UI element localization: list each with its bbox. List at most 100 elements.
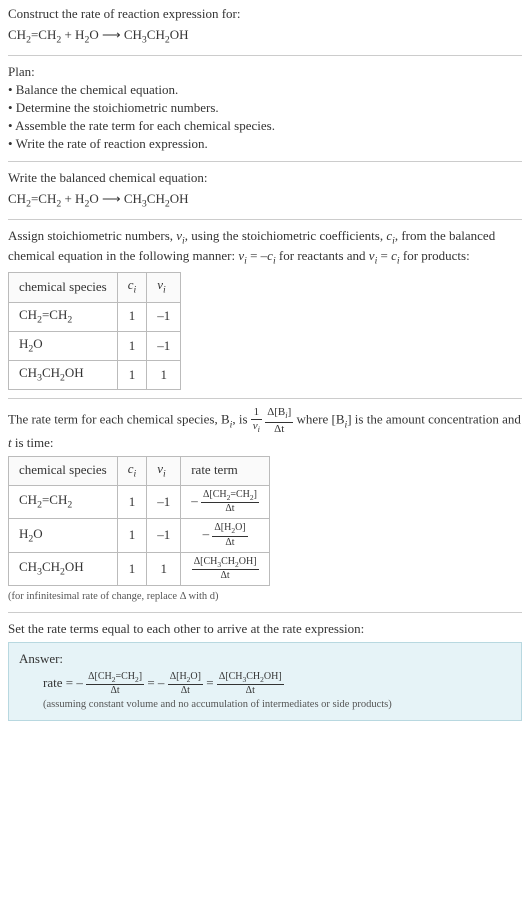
eq-part: =CH xyxy=(31,27,56,42)
frac: Δ[H2O]Δt xyxy=(168,672,203,697)
plan-title: Plan: xyxy=(8,64,522,81)
nui-cell: 1 xyxy=(147,361,181,390)
txt: is time: xyxy=(12,435,54,450)
divider xyxy=(8,398,522,399)
answer-box: Answer: rate = – Δ[CH2=CH2]Δt = – Δ[H2O]… xyxy=(8,642,522,721)
species-cell: CH3CH2OH xyxy=(9,552,118,586)
eq-part: O ⟶ CH xyxy=(89,27,142,42)
input-equation: CH2=CH2 + H2O ⟶ CH3CH2OH xyxy=(8,27,522,47)
nui-cell: –1 xyxy=(147,485,181,519)
rate-expression: rate = – Δ[CH2=CH2]Δt = – Δ[H2O]Δt = Δ[C… xyxy=(19,672,511,697)
nui-cell: –1 xyxy=(147,302,181,331)
txt: , is xyxy=(232,412,250,427)
divider xyxy=(8,612,522,613)
species-cell: H2O xyxy=(9,331,118,360)
divider xyxy=(8,219,522,220)
frac: Δ[CH3CH2OH]Δt xyxy=(192,557,259,582)
hdr-ci: ci xyxy=(117,456,147,485)
plan-item: • Determine the stoichiometric numbers. xyxy=(8,100,522,117)
frac-one-over-nu: 1νi xyxy=(251,407,262,434)
eq-part: =CH xyxy=(31,191,56,206)
table-row: H2O 1 –1 xyxy=(9,331,181,360)
final-section: Set the rate terms equal to each other t… xyxy=(8,621,522,721)
txt: Assign stoichiometric numbers, xyxy=(8,228,176,243)
txt: = xyxy=(206,675,217,690)
txt: ] is the amount concentration and xyxy=(347,412,521,427)
table-row: chemical species ci νi rate term xyxy=(9,456,270,485)
divider xyxy=(8,161,522,162)
eq-part: CH xyxy=(8,191,26,206)
eq-part: + H xyxy=(61,191,84,206)
eq-part: CH xyxy=(8,27,26,42)
hdr-ci: ci xyxy=(117,273,147,302)
prompt-text: Construct the rate of reaction expressio… xyxy=(8,6,522,23)
hdr-species: chemical species xyxy=(9,456,118,485)
plan-item: • Assemble the rate term for each chemic… xyxy=(8,118,522,135)
frac: Δ[H2O]Δt xyxy=(212,523,247,548)
rate-cell: – Δ[CH2=CH2]Δt xyxy=(181,485,270,519)
ci-cell: 1 xyxy=(117,302,147,331)
ci-cell: 1 xyxy=(117,552,147,586)
txt: = – xyxy=(147,675,167,690)
rateterm-section: The rate term for each chemical species,… xyxy=(8,407,522,604)
eq-part: OH xyxy=(170,191,189,206)
hdr-nui: νi xyxy=(147,273,181,302)
table-row: chemical species ci νi xyxy=(9,273,181,302)
txt: for products: xyxy=(400,248,470,263)
ci-cell: 1 xyxy=(117,331,147,360)
eq-part: + H xyxy=(61,27,84,42)
frac: Δ[CH2=CH2]Δt xyxy=(86,672,144,697)
divider xyxy=(8,55,522,56)
rateterm-table: chemical species ci νi rate term CH2=CH2… xyxy=(8,456,270,587)
txt: The rate term for each chemical species,… xyxy=(8,412,230,427)
species-cell: H2O xyxy=(9,519,118,553)
table-row: CH2=CH2 1 –1 xyxy=(9,302,181,331)
eq-part: OH xyxy=(170,27,189,42)
balanced-title: Write the balanced chemical equation: xyxy=(8,170,522,187)
species-cell: CH2=CH2 xyxy=(9,302,118,331)
txt: = xyxy=(377,248,391,263)
species-cell: CH3CH2OH xyxy=(9,361,118,390)
assumption-note: (assuming constant volume and no accumul… xyxy=(19,698,511,712)
eq-part: O ⟶ CH xyxy=(89,191,142,206)
stoich-table: chemical species ci νi CH2=CH2 1 –1 H2O … xyxy=(8,272,181,390)
txt: where [B xyxy=(296,412,344,427)
header-section: Construct the rate of reaction expressio… xyxy=(8,6,522,47)
species-cell: CH2=CH2 xyxy=(9,485,118,519)
hdr-nui: νi xyxy=(147,456,181,485)
eq-part: CH xyxy=(147,27,165,42)
hdr-species: chemical species xyxy=(9,273,118,302)
table-row: CH3CH2OH 1 1 xyxy=(9,361,181,390)
txt: , using the stoichiometric coefficients, xyxy=(185,228,387,243)
frac: Δ[CH2=CH2]Δt xyxy=(201,490,259,515)
hdr-rate: rate term xyxy=(181,456,270,485)
infinitesimal-note: (for infinitesimal rate of change, repla… xyxy=(8,590,522,604)
nui-cell: –1 xyxy=(147,519,181,553)
plan-item: • Write the rate of reaction expression. xyxy=(8,136,522,153)
nui-cell: –1 xyxy=(147,331,181,360)
table-row: H2O 1 –1 – Δ[H2O]Δt xyxy=(9,519,270,553)
plan-item: • Balance the chemical equation. xyxy=(8,82,522,99)
balanced-section: Write the balanced chemical equation: CH… xyxy=(8,170,522,211)
final-title: Set the rate terms equal to each other t… xyxy=(8,621,522,638)
nui-cell: 1 xyxy=(147,552,181,586)
txt: rate = – xyxy=(43,675,86,690)
txt: for reactants and xyxy=(276,248,369,263)
ci-cell: 1 xyxy=(117,519,147,553)
frac-dbi-dt: Δ[Bi]Δt xyxy=(265,407,293,434)
plan-section: Plan: • Balance the chemical equation. •… xyxy=(8,64,522,152)
txt: = – xyxy=(247,248,267,263)
stoich-section: Assign stoichiometric numbers, νi , using… xyxy=(8,228,522,391)
balanced-equation: CH2=CH2 + H2O ⟶ CH3CH2OH xyxy=(8,191,522,211)
rateterm-intro: The rate term for each chemical species,… xyxy=(8,407,522,451)
rate-cell: Δ[CH3CH2OH]Δt xyxy=(181,552,270,586)
frac: Δ[CH3CH2OH]Δt xyxy=(217,672,284,697)
stoich-intro: Assign stoichiometric numbers, νi, using… xyxy=(8,228,522,269)
answer-label: Answer: xyxy=(19,651,511,668)
table-row: CH2=CH2 1 –1 – Δ[CH2=CH2]Δt xyxy=(9,485,270,519)
table-row: CH3CH2OH 1 1 Δ[CH3CH2OH]Δt xyxy=(9,552,270,586)
ci-cell: 1 xyxy=(117,361,147,390)
rate-cell: – Δ[H2O]Δt xyxy=(181,519,270,553)
eq-part: CH xyxy=(147,191,165,206)
ci-cell: 1 xyxy=(117,485,147,519)
